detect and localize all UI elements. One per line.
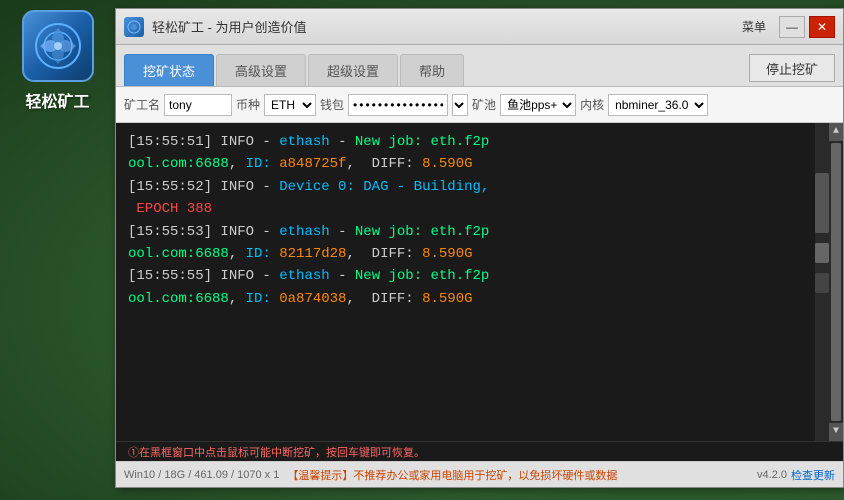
form-row: 矿工名 币种 ETH 钱包 ▼ 矿池 鱼池pps+ 内核 nbminer_36.… xyxy=(116,87,843,123)
scrollbar-track: ▲ ▼ xyxy=(829,123,843,441)
minimize-button[interactable]: — xyxy=(779,16,805,38)
wallet-input[interactable] xyxy=(348,94,448,116)
console-hint-bar: ①在黑框窗口中点击鼠标可能中断挖矿，按回车键即可恢复。 xyxy=(116,441,843,461)
scrollbar-up[interactable]: ▲ xyxy=(829,123,843,141)
tab-super[interactable]: 超级设置 xyxy=(308,54,398,86)
title-controls: 菜单 — ✕ xyxy=(733,15,835,38)
log-line-3: [15:55:53] INFO - ethash - New job: eth.… xyxy=(128,221,815,266)
console-hint-text: ①在黑框窗口中点击鼠标可能中断挖矿，按回车键即可恢复。 xyxy=(128,444,425,460)
coin-label: 币种 xyxy=(236,96,260,113)
tab-mining-status[interactable]: 挖矿状态 xyxy=(124,54,214,86)
close-button[interactable]: ✕ xyxy=(809,16,835,38)
console-area: [15:55:51] INFO - ethash - New job: eth.… xyxy=(116,123,843,441)
side-indicator-2[interactable] xyxy=(815,243,829,263)
window-title: 轻松矿工 - 为用户创造价值 xyxy=(152,17,733,36)
title-bar: 轻松矿工 - 为用户创造价值 菜单 — ✕ xyxy=(116,9,843,45)
system-info: Win10 / 18G / 461.09 / 1070 x 1 xyxy=(124,469,279,481)
title-icon xyxy=(124,17,144,37)
wallet-label: 钱包 xyxy=(320,96,344,113)
stop-mining-button[interactable]: 停止挖矿 xyxy=(749,54,835,82)
core-select[interactable]: nbminer_36.0 xyxy=(608,94,708,116)
right-overlay xyxy=(815,123,829,441)
miner-label: 矿工名 xyxy=(124,96,160,113)
status-left: Win10 / 18G / 461.09 / 1070 x 1 【温馨提示】不推… xyxy=(124,467,757,483)
side-indicator-1[interactable] xyxy=(815,173,829,233)
status-bar: Win10 / 18G / 461.09 / 1070 x 1 【温馨提示】不推… xyxy=(116,461,843,487)
coin-select[interactable]: ETH xyxy=(264,94,316,116)
scrollbar-down[interactable]: ▼ xyxy=(829,423,843,441)
main-window: 轻松矿工 - 为用户创造价值 菜单 — ✕ 挖矿状态 高级设置 超级设置 帮助 … xyxy=(115,8,844,488)
pool-label: 矿池 xyxy=(472,96,496,113)
nav-tabs: 挖矿状态 高级设置 超级设置 帮助 停止挖矿 xyxy=(116,45,843,87)
pool-select[interactable]: 鱼池pps+ xyxy=(500,94,576,116)
wallet-select[interactable]: ▼ xyxy=(452,94,468,116)
menu-button[interactable]: 菜单 xyxy=(733,15,775,38)
app-label: 轻松矿工 xyxy=(25,88,89,112)
core-label: 内核 xyxy=(580,96,604,113)
miner-name-input[interactable] xyxy=(164,94,232,116)
warning-text: 【温馨提示】不推荐办公或家用电脑用于挖矿，以免损坏硬件或数据 xyxy=(287,467,617,483)
console-text: [15:55:51] INFO - ethash - New job: eth.… xyxy=(128,131,831,310)
sidebar: 轻松矿工 xyxy=(0,0,115,500)
log-line-1: [15:55:51] INFO - ethash - New job: eth.… xyxy=(128,131,815,176)
tab-help[interactable]: 帮助 xyxy=(400,54,464,86)
version-text: v4.2.0 xyxy=(757,469,787,481)
log-line-4: [15:55:55] INFO - ethash - New job: eth.… xyxy=(128,265,815,310)
app-icon xyxy=(22,10,94,82)
side-indicator-3[interactable] xyxy=(815,273,829,293)
scrollbar-thumb[interactable] xyxy=(831,143,841,421)
tab-advanced[interactable]: 高级设置 xyxy=(216,54,306,86)
log-line-2: [15:55:52] INFO - Device 0: DAG - Buildi… xyxy=(128,176,815,221)
app-icon-wrapper: 轻松矿工 xyxy=(22,10,94,112)
check-update-button[interactable]: 检查更新 xyxy=(791,467,835,483)
